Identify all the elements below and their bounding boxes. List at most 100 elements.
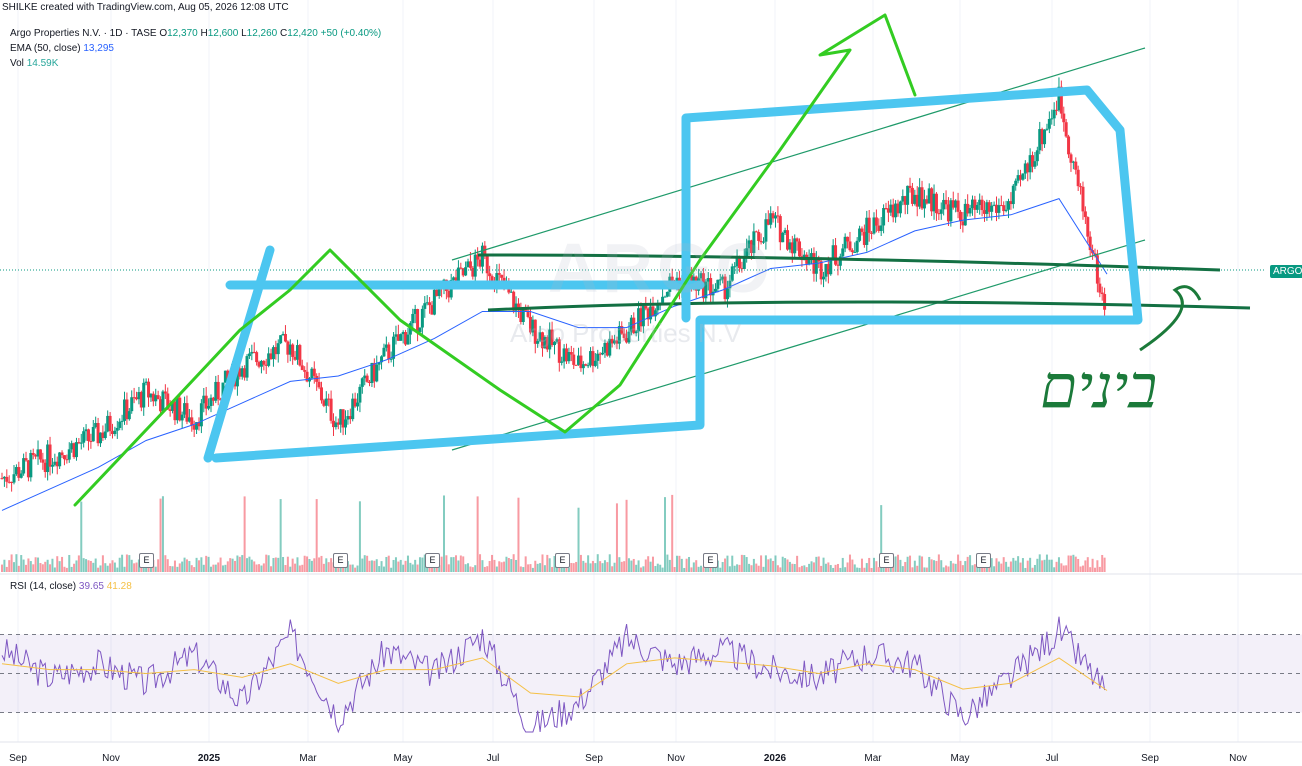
rsi-ma-value: 41.28 [106, 581, 132, 592]
volume-bar [788, 561, 791, 572]
candle-body [247, 353, 251, 357]
candle-body [906, 185, 910, 205]
volume-bar [486, 566, 489, 572]
volume-bar [1009, 561, 1012, 572]
volume-bar [205, 555, 208, 572]
earnings-marker[interactable]: E [703, 553, 718, 568]
volume-bar [925, 567, 928, 572]
volume-bar [358, 501, 361, 572]
volume-bar [899, 559, 902, 572]
volume-bar [185, 559, 188, 572]
volume-bar [858, 567, 861, 572]
x-tick-label: Jul [1045, 753, 1059, 764]
volume-bar [315, 499, 318, 572]
earnings-marker[interactable]: E [333, 553, 348, 568]
x-tick-label: Sep [1141, 753, 1159, 764]
candle-body [975, 204, 979, 210]
candle-body [19, 473, 23, 478]
volume-bar [303, 555, 306, 572]
volume-bar [546, 554, 549, 572]
volume-bar [935, 560, 938, 572]
volume-bar [325, 558, 328, 572]
earnings-marker[interactable]: E [425, 553, 440, 568]
volume-bar [471, 567, 474, 572]
volume-bar [351, 564, 354, 572]
volume-bar [452, 557, 455, 572]
volume-bar [250, 559, 253, 572]
volume-bar [294, 563, 297, 572]
candle-body [1069, 154, 1073, 163]
volume-bars [1, 494, 1106, 572]
candle-body [317, 381, 321, 388]
price-tag[interactable]: ARGO [1270, 265, 1302, 278]
volume-bar [757, 565, 760, 572]
earnings-marker[interactable]: E [976, 553, 991, 568]
volume-bar [104, 563, 107, 572]
earnings-marker[interactable]: E [139, 553, 154, 568]
volume-bar [113, 562, 116, 572]
candle-body [829, 260, 833, 275]
volume-bar [27, 558, 30, 572]
volume-bar [87, 560, 90, 572]
candle-body [601, 352, 605, 355]
watermark-name: Argo Properties N.V [510, 318, 742, 348]
ema-legend[interactable]: EMA (50, close) 13,295 [10, 43, 114, 54]
candle-body [1021, 173, 1025, 180]
volume-bar [769, 558, 772, 572]
volume-bar [851, 559, 854, 572]
volume-bar [238, 556, 241, 572]
volume-bar [519, 566, 522, 572]
candle-body [569, 351, 573, 355]
volume-bar [678, 555, 681, 572]
symbol-line[interactable]: Argo Properties N.V. · 1D · TASE O12,370… [10, 28, 381, 39]
volume-bar [1031, 567, 1034, 572]
volume-bar [49, 564, 52, 572]
volume-bar [63, 566, 66, 572]
volume-bar [815, 556, 818, 572]
candle-body [48, 444, 52, 467]
volume-bar [527, 564, 530, 572]
candle-body [841, 248, 845, 257]
volume-bar [310, 560, 313, 572]
candle-body [1050, 118, 1054, 120]
volume-bar [1024, 567, 1027, 572]
volume-legend[interactable]: Vol 14.59K [10, 58, 58, 69]
earnings-marker[interactable]: E [879, 553, 894, 568]
candle-body [86, 429, 90, 442]
earnings-marker[interactable]: E [555, 553, 570, 568]
volume-bar [774, 555, 777, 572]
candle-body [216, 381, 220, 400]
volume-bar [911, 567, 914, 572]
volume-bar [1021, 558, 1024, 572]
volume-bar [258, 564, 261, 572]
low-value: 12,260 [246, 28, 278, 39]
volume-bar [173, 560, 176, 572]
volume-bar [517, 497, 520, 572]
volume-bar [214, 564, 217, 572]
volume-bar [53, 567, 56, 572]
volume-bar [827, 562, 830, 572]
volume-bar [178, 563, 181, 572]
volume-bar [10, 554, 13, 572]
volume-bar [56, 556, 59, 572]
volume-bar [1019, 562, 1022, 572]
volume-bar [402, 564, 405, 572]
rsi-legend[interactable]: RSI (14, close) 39.65 41.28 [10, 581, 132, 592]
candle-body [344, 419, 348, 428]
volume-bar [409, 562, 412, 572]
volume-bar [603, 560, 606, 572]
volume-bar [683, 567, 686, 572]
volume-bar [308, 559, 311, 572]
candle-body [944, 199, 948, 205]
volume-bar [743, 555, 746, 572]
x-tick-label: Jul [486, 753, 500, 764]
volume-bar [894, 556, 897, 572]
volume-bar [700, 565, 703, 572]
candle-body [874, 217, 878, 226]
volume-bar [212, 564, 215, 572]
volume-bar [73, 563, 76, 572]
volume-bar [1012, 557, 1015, 572]
volume-bar [541, 554, 544, 572]
symbol-name[interactable]: Argo Properties N.V. · 1D · TASE [10, 28, 157, 39]
candle-body [115, 427, 119, 431]
